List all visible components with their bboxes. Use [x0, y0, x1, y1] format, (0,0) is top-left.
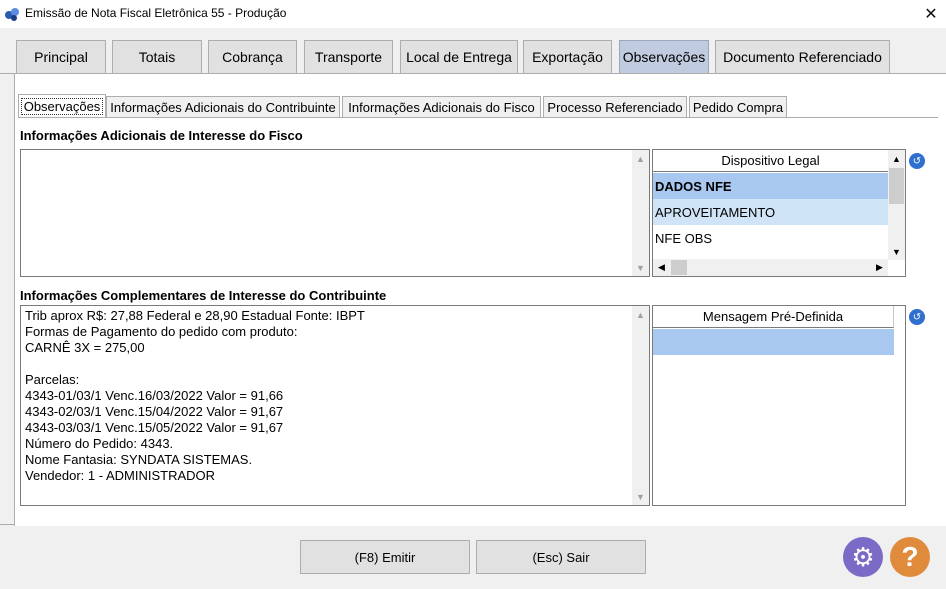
return-arrow-icon: ↺: [912, 311, 922, 323]
refresh-mensagem-button[interactable]: ↺: [909, 309, 925, 325]
grid-header: Dispositivo Legal: [653, 150, 889, 172]
subtab-pedido-compra[interactable]: Pedido Compra: [689, 96, 787, 117]
refresh-dispositivo-button[interactable]: ↺: [909, 153, 925, 169]
scroll-down-icon[interactable]: ▼: [632, 259, 649, 276]
app-logo-icon: [5, 8, 19, 21]
tab-transporte[interactable]: Transporte: [304, 40, 393, 74]
grid-row[interactable]: APROVEITAMENTO: [653, 199, 888, 225]
fisco-section-label: Informações Adicionais de Interesse do F…: [20, 128, 303, 143]
close-icon: ✕: [924, 6, 938, 23]
contribuinte-vscroll[interactable]: ▲ ▼: [632, 306, 649, 505]
window-title: Emissão de Nota Fiscal Eletrônica 55 - P…: [25, 6, 287, 20]
scroll-thumb[interactable]: [671, 260, 687, 275]
grid-hscroll[interactable]: ◀ ▶: [653, 259, 888, 276]
subtab-processo-referenciado[interactable]: Processo Referenciado: [543, 96, 687, 117]
scroll-right-icon[interactable]: ▶: [871, 259, 888, 276]
sub-tab-divider: [18, 117, 938, 118]
tab-cobranca[interactable]: Cobrança: [208, 40, 297, 74]
scroll-thumb[interactable]: [889, 168, 904, 204]
dispositivo-legal-grid[interactable]: Dispositivo Legal DADOS NFE APROVEITAMEN…: [652, 149, 906, 277]
scroll-up-icon[interactable]: ▲: [888, 150, 905, 167]
contribuinte-section-label: Informações Complementares de Interesse …: [20, 288, 387, 303]
help-button[interactable]: ?: [890, 537, 930, 577]
sair-button[interactable]: (Esc) Sair: [476, 540, 646, 574]
scroll-left-icon[interactable]: ◀: [653, 259, 670, 276]
return-arrow-icon: ↺: [912, 155, 922, 167]
settings-button[interactable]: ⚙: [843, 537, 883, 577]
tab-local-de-entrega[interactable]: Local de Entrega: [400, 40, 518, 74]
contribuinte-textarea[interactable]: Trib aprox R$: 27,88 Federal e 28,90 Est…: [20, 305, 650, 506]
fisco-textarea[interactable]: ▲ ▼: [20, 149, 650, 277]
subtab-observacoes[interactable]: Observações: [18, 94, 106, 117]
tab-totais[interactable]: Totais: [112, 40, 202, 74]
tab-observacoes[interactable]: Observações: [619, 40, 709, 74]
tab-principal[interactable]: Principal: [16, 40, 106, 74]
grid-row[interactable]: NFE OBS: [653, 225, 888, 251]
main-tab-bar: Principal Totais Cobrança Transporte Loc…: [16, 40, 946, 74]
fisco-vscroll[interactable]: ▲ ▼: [632, 150, 649, 276]
grid-row[interactable]: [653, 329, 894, 355]
subtab-info-contribuinte[interactable]: Informações Adicionais do Contribuinte: [106, 96, 340, 117]
scroll-down-icon[interactable]: ▼: [888, 243, 905, 260]
help-icon: ?: [901, 541, 919, 572]
scroll-down-icon[interactable]: ▼: [632, 488, 649, 505]
contribuinte-text: Trib aprox R$: 27,88 Federal e 28,90 Est…: [25, 308, 365, 483]
close-button[interactable]: ✕: [916, 0, 946, 28]
scroll-up-icon[interactable]: ▲: [632, 306, 649, 323]
gear-icon: ⚙: [851, 541, 875, 572]
tab-documento-referenciado[interactable]: Documento Referenciado: [715, 40, 890, 74]
title-bar: Emissão de Nota Fiscal Eletrônica 55 - P…: [0, 0, 946, 28]
scroll-up-icon[interactable]: ▲: [632, 150, 649, 167]
emitir-button[interactable]: (F8) Emitir: [300, 540, 470, 574]
tab-exportacao[interactable]: Exportação: [523, 40, 612, 74]
grid-header: Mensagem Pré-Definida: [653, 306, 894, 328]
grid-vscroll[interactable]: ▲ ▼: [888, 150, 905, 260]
subtab-info-fisco[interactable]: Informações Adicionais do Fisco: [342, 96, 541, 117]
mensagem-predefinida-grid[interactable]: Mensagem Pré-Definida: [652, 305, 906, 506]
grid-row[interactable]: DADOS NFE: [653, 173, 888, 199]
